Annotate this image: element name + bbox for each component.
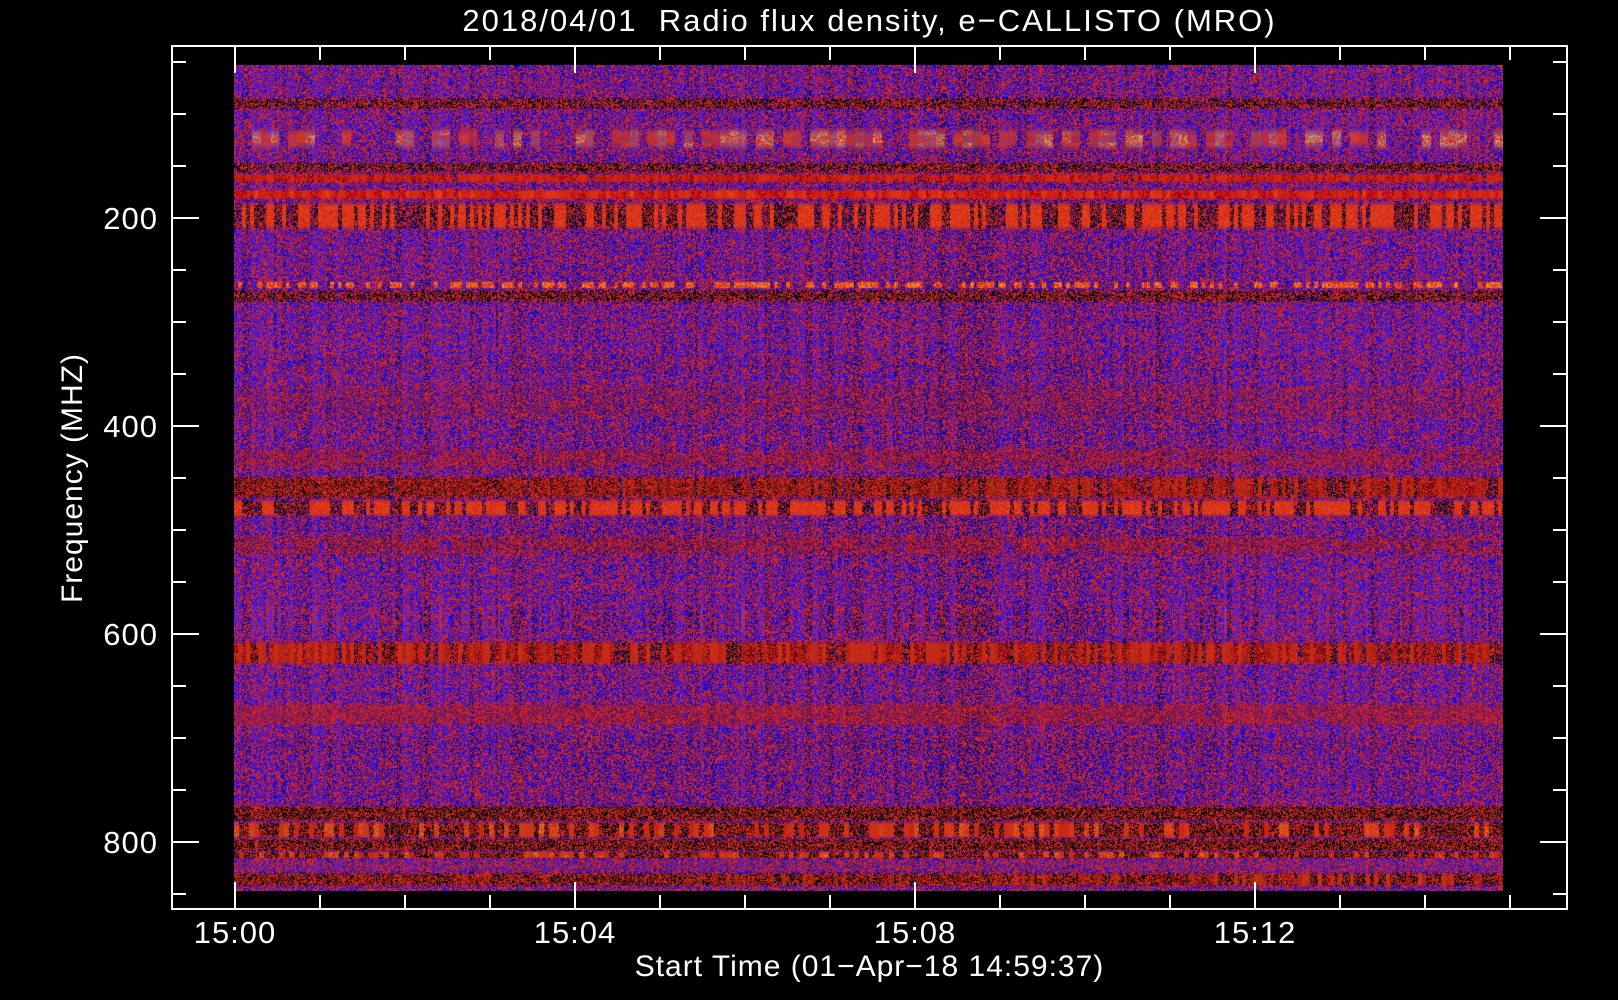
x-axis-tick: [574, 882, 576, 908]
x-tick-label: 15:08: [873, 915, 957, 950]
x-tick-label: 15:00: [193, 915, 277, 950]
x-axis-tick: [404, 47, 406, 60]
y-axis-tick: [1553, 61, 1566, 63]
x-axis-tick: [1254, 882, 1256, 908]
x-axis-tick: [999, 47, 1001, 60]
y-tick-label: 200: [103, 201, 158, 236]
x-axis-tick: [1169, 47, 1171, 60]
y-axis-tick: [1553, 737, 1566, 739]
x-axis-tick: [999, 895, 1001, 908]
y-axis-tick: [173, 529, 186, 531]
x-axis-tick: [659, 895, 661, 908]
y-axis-tick: [173, 165, 186, 167]
x-axis-tick: [234, 47, 236, 73]
y-axis-tick: [1553, 269, 1566, 271]
x-axis-tick: [319, 47, 321, 60]
x-tick-label: 15:12: [1213, 915, 1297, 950]
x-axis-tick: [1339, 895, 1341, 908]
x-axis-tick: [1084, 895, 1086, 908]
x-axis-tick: [829, 47, 831, 60]
y-tick-label: 600: [103, 617, 158, 652]
x-axis-tick: [914, 47, 916, 73]
spectrogram-canvas: [234, 65, 1503, 891]
x-axis-tick: [404, 895, 406, 908]
y-axis-tick: [173, 893, 186, 895]
x-axis-tick: [914, 882, 916, 908]
page-title: 2018/04/01 Radio flux density, e−CALLIST…: [462, 3, 1277, 38]
y-axis-tick: [173, 789, 186, 791]
y-axis-label: Frequency (MHZ): [56, 352, 89, 604]
y-axis-tick: [173, 477, 186, 479]
y-axis-tick: [173, 61, 186, 63]
x-axis-tick: [1084, 47, 1086, 60]
y-axis-tick: [173, 841, 199, 843]
y-axis-tick: [173, 581, 186, 583]
y-axis-tick: [173, 113, 186, 115]
x-axis-tick: [744, 47, 746, 60]
x-axis-tick: [1509, 47, 1511, 60]
x-axis-tick: [234, 882, 236, 908]
y-axis-tick: [1540, 425, 1566, 427]
y-axis-tick: [1553, 113, 1566, 115]
x-axis-tick: [659, 47, 661, 60]
x-axis-tick: [1424, 47, 1426, 60]
y-axis-tick: [1553, 477, 1566, 479]
x-tick-label: 15:04: [533, 915, 617, 950]
x-axis-tick: [1424, 895, 1426, 908]
x-axis-tick: [1509, 895, 1511, 908]
x-axis-tick: [744, 895, 746, 908]
x-axis-tick: [1169, 895, 1171, 908]
y-axis-tick: [1553, 321, 1566, 323]
y-axis-tick: [1553, 165, 1566, 167]
x-axis-label: Start Time (01−Apr−18 14:59:37): [634, 950, 1105, 983]
y-axis-tick: [173, 425, 199, 427]
screenshot-root: { "chart_data": { "type": "heatmap", "va…: [0, 0, 1618, 1000]
y-axis-tick: [1540, 841, 1566, 843]
y-axis-tick: [1553, 529, 1566, 531]
y-axis-tick: [173, 217, 199, 219]
x-axis-tick: [574, 47, 576, 73]
y-axis-tick: [1540, 633, 1566, 635]
x-axis-tick: [489, 47, 491, 60]
y-axis-tick: [173, 321, 186, 323]
y-axis-tick: [173, 269, 186, 271]
y-axis-tick: [1553, 893, 1566, 895]
x-axis-tick: [489, 895, 491, 908]
x-axis-tick: [1254, 47, 1256, 73]
x-axis-tick: [1339, 47, 1341, 60]
y-axis-tick: [1553, 581, 1566, 583]
y-axis-tick: [1553, 789, 1566, 791]
y-axis-tick: [1553, 685, 1566, 687]
y-tick-label: 800: [103, 825, 158, 860]
y-axis-tick: [1540, 217, 1566, 219]
x-axis-tick: [319, 895, 321, 908]
y-axis-tick: [173, 685, 186, 687]
y-axis-tick: [173, 373, 186, 375]
y-axis-tick: [173, 633, 199, 635]
y-tick-label: 400: [103, 409, 158, 444]
y-axis-tick: [1553, 373, 1566, 375]
x-axis-tick: [829, 895, 831, 908]
y-axis-tick: [173, 737, 186, 739]
